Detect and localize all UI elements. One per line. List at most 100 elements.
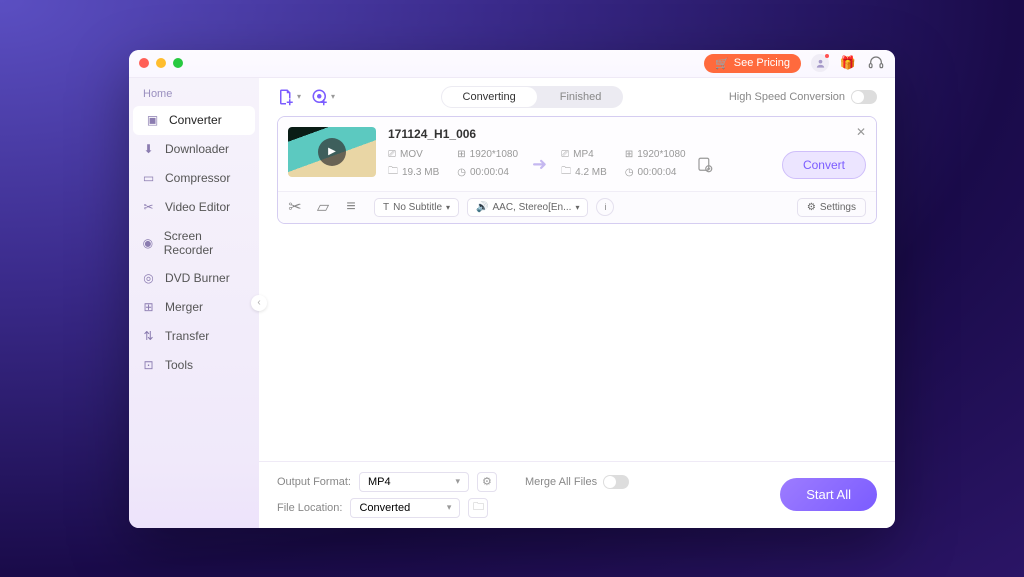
screen-recorder-icon: ◉ — [141, 235, 155, 250]
traffic-lights — [139, 58, 183, 68]
file-name: 171124_H1_006 — [388, 127, 866, 141]
add-file-icon — [277, 88, 295, 106]
subtitle-icon: T — [383, 202, 389, 213]
sidebar-item-converter[interactable]: ▣ Converter — [133, 106, 255, 135]
settings-button[interactable]: ⚙ Settings — [797, 198, 866, 217]
sidebar-item-label: Merger — [165, 300, 203, 314]
close-window-button[interactable] — [139, 58, 149, 68]
dst-size: 4.2 MB — [575, 167, 607, 178]
high-speed-conversion-toggle[interactable] — [851, 90, 877, 104]
user-account-button[interactable] — [811, 54, 829, 72]
dst-duration: 00:00:04 — [638, 167, 677, 178]
video-thumbnail[interactable]: ▶ — [288, 127, 376, 177]
sidebar-item-video-editor[interactable]: ✂ Video Editor — [129, 193, 259, 222]
see-pricing-button[interactable]: 🛒 See Pricing — [704, 54, 801, 73]
chevron-down-icon: ▾ — [331, 92, 335, 101]
sidebar-item-tools[interactable]: ⊡ Tools — [129, 351, 259, 380]
app-window: 🛒 See Pricing 🎁 Home ▣ Converter ⬇ Downl… — [129, 50, 895, 528]
cart-icon: 🛒 — [715, 57, 729, 70]
dst-resolution: 1920*1080 — [637, 149, 685, 160]
sidebar-item-label: Transfer — [165, 329, 209, 343]
sidebar-item-dvd-burner[interactable]: ◎ DVD Burner — [129, 264, 259, 293]
trim-button[interactable]: ✂ — [288, 200, 302, 214]
filesize-icon: 🗀 — [561, 164, 571, 181]
status-tabs: Converting Finished — [441, 86, 624, 108]
tab-converting[interactable]: Converting — [442, 87, 537, 107]
chevron-down-icon: ▾ — [446, 203, 450, 212]
chevron-down-icon: ▾ — [455, 476, 460, 487]
support-button[interactable] — [867, 54, 885, 72]
sidebar-item-compressor[interactable]: ▭ Compressor — [129, 164, 259, 193]
sidebar-item-merger[interactable]: ⊞ Merger — [129, 293, 259, 322]
merge-all-files-label: Merge All Files — [525, 476, 597, 488]
pricing-label: See Pricing — [734, 57, 790, 69]
sidebar-item-label: Screen Recorder — [164, 229, 247, 257]
tools-icon: ⊡ — [141, 358, 156, 373]
resolution-icon: ⊞ — [625, 149, 633, 160]
sidebar-home-label[interactable]: Home — [129, 84, 259, 104]
sidebar-item-transfer[interactable]: ⇅ Transfer — [129, 322, 259, 351]
remove-file-button[interactable]: ✕ — [856, 125, 866, 139]
filesize-icon: 🗀 — [388, 164, 398, 181]
tab-finished[interactable]: Finished — [538, 86, 624, 108]
video-format-icon: ⎚ — [388, 149, 396, 160]
settings-label: Settings — [820, 202, 856, 213]
titlebar: 🛒 See Pricing 🎁 — [129, 50, 895, 78]
dvd-burner-icon: ◎ — [141, 271, 156, 286]
sidebar-collapse-handle[interactable]: ‹ — [251, 295, 267, 311]
duration-icon: ◷ — [457, 167, 466, 178]
src-resolution: 1920*1080 — [470, 149, 518, 160]
video-format-icon: ⎚ — [561, 149, 569, 160]
compressor-icon: ▭ — [141, 171, 156, 186]
subtitle-select[interactable]: T No Subtitle ▾ — [374, 198, 459, 217]
transfer-icon: ⇅ — [141, 329, 156, 344]
merge-all-files-toggle[interactable] — [603, 475, 629, 489]
more-options-button[interactable]: ≡ — [344, 200, 358, 214]
output-format-settings-button[interactable]: ⚙ — [477, 472, 497, 492]
toolbar: ▾ ▾ Converting Finished High Speed Conve… — [259, 78, 895, 116]
resolution-icon: ⊞ — [457, 149, 465, 160]
convert-button[interactable]: Convert — [782, 151, 866, 179]
maximize-window-button[interactable] — [173, 58, 183, 68]
add-file-button[interactable]: ▾ — [277, 88, 301, 106]
start-all-button[interactable]: Start All — [780, 478, 877, 511]
convert-arrow-icon: ➜ — [526, 154, 553, 175]
play-button[interactable]: ▶ — [318, 138, 346, 166]
src-duration: 00:00:04 — [470, 167, 509, 178]
minimize-window-button[interactable] — [156, 58, 166, 68]
sidebar-item-label: Video Editor — [165, 200, 230, 214]
add-disc-icon — [311, 88, 329, 106]
src-format: MOV — [400, 149, 423, 160]
merger-icon: ⊞ — [141, 300, 156, 315]
footer-bar: Output Format: MP4 ▾ ⚙ Merge All Files F… — [259, 461, 895, 528]
main-panel: ▾ ▾ Converting Finished High Speed Conve… — [259, 78, 895, 528]
audio-track-select[interactable]: 🔊 AAC, Stereo[En... ▾ — [467, 198, 588, 217]
converter-icon: ▣ — [145, 113, 160, 128]
sidebar-item-screen-recorder[interactable]: ◉ Screen Recorder — [129, 222, 259, 264]
sidebar: Home ▣ Converter ⬇ Downloader ▭ Compress… — [129, 78, 259, 528]
file-location-label: File Location: — [277, 502, 342, 514]
output-format-label: Output Format: — [277, 476, 351, 488]
add-disc-button[interactable]: ▾ — [311, 88, 335, 106]
sidebar-item-label: DVD Burner — [165, 271, 230, 285]
output-format-select[interactable]: MP4 ▾ — [359, 472, 469, 492]
media-info-button[interactable]: i — [596, 198, 614, 216]
src-size: 19.3 MB — [402, 167, 439, 178]
gear-icon: ⚙ — [807, 202, 816, 213]
open-folder-button[interactable]: 🗀 — [468, 498, 488, 518]
gift-button[interactable]: 🎁 — [839, 54, 857, 72]
sidebar-item-label: Compressor — [165, 171, 230, 185]
file-location-select[interactable]: Converted ▾ — [350, 498, 460, 518]
output-format-value: MP4 — [368, 476, 391, 488]
notification-dot-icon — [825, 54, 829, 58]
sidebar-item-label: Downloader — [165, 142, 229, 156]
audio-label: AAC, Stereo[En... — [493, 202, 572, 213]
sidebar-item-downloader[interactable]: ⬇ Downloader — [129, 135, 259, 164]
chevron-down-icon: ▾ — [575, 203, 579, 212]
crop-button[interactable]: ▱ — [316, 200, 330, 214]
file-card: ▶ 171124_H1_006 ⎚ MOV ⊞ 1920*1080 🗀 19.3 MB… — [277, 116, 877, 224]
chevron-down-icon: ▾ — [447, 502, 452, 513]
output-target-button[interactable] — [694, 154, 716, 176]
video-editor-icon: ✂ — [141, 200, 156, 215]
duration-icon: ◷ — [625, 167, 634, 178]
